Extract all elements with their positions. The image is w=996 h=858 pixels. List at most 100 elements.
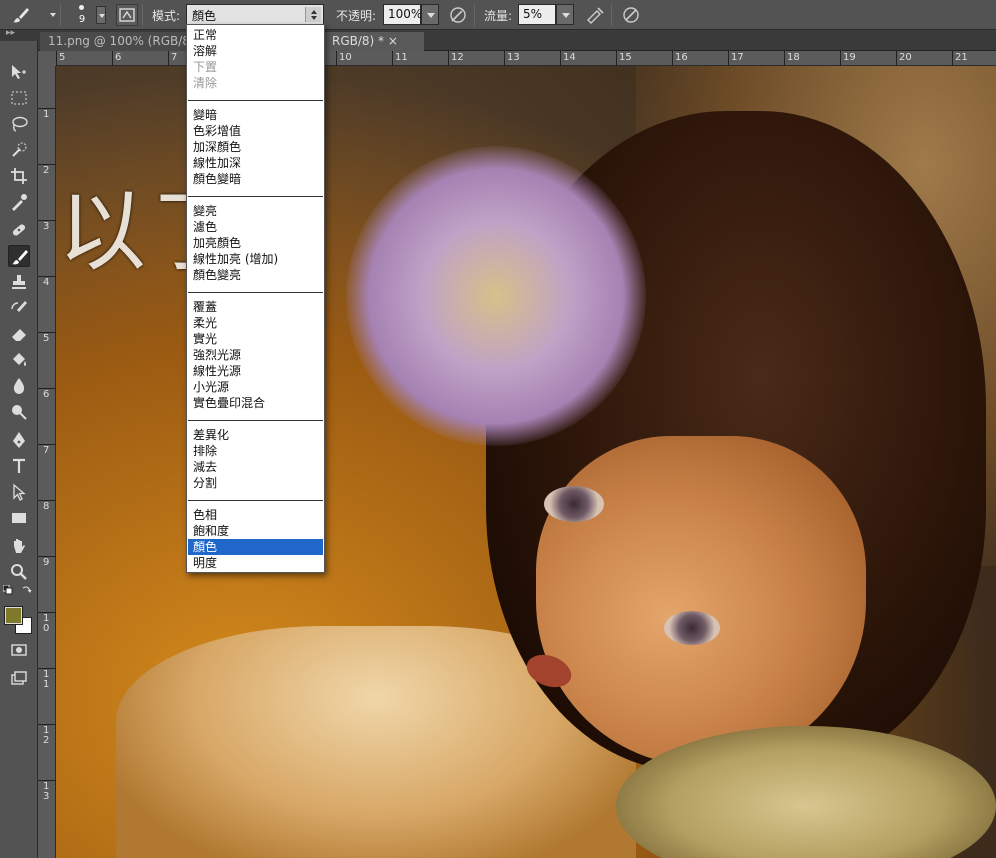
eyedropper-tool[interactable] [8, 191, 30, 213]
blend-mode-menu: 正常 溶解 下置 清除 變暗 色彩增值 加深顏色 線性加深 顏色變暗 變亮 濾色 加亮顏色 線性加亮 (… [186, 24, 325, 573]
blend-mode-item[interactable]: 小光源 [188, 379, 323, 395]
mode-select[interactable]: 顏色 [186, 4, 324, 25]
history-brush-tool[interactable] [8, 297, 30, 319]
pen-icon [13, 432, 25, 448]
tab-11png[interactable]: 11.png @ 100% (RGB/8) [40, 32, 188, 51]
blend-mode-item[interactable]: 濾色 [188, 219, 323, 235]
blend-mode-item[interactable]: 明度 [188, 555, 323, 571]
blend-mode-item[interactable]: 加亮顏色 [188, 235, 323, 251]
blend-mode-item[interactable]: 覆蓋 [188, 299, 323, 315]
tool-preset-picker[interactable] [6, 3, 58, 27]
vertical-ruler[interactable]: 1 2 3 4 5 6 7 8 9 1 0 1 1 1 2 1 3 [38, 66, 56, 858]
ruler-label: 1 3 [43, 781, 50, 802]
zoom-tool[interactable] [8, 561, 30, 583]
updown-arrow-icon [305, 7, 321, 22]
swap-colors-button[interactable] [22, 585, 34, 597]
opacity-input[interactable]: 100% [383, 4, 422, 25]
blend-mode-item[interactable]: 線性加深 [188, 155, 323, 171]
eraser-tool[interactable] [8, 323, 30, 345]
blend-mode-item[interactable]: 線性加亮 (增加) [188, 251, 323, 267]
brush-panel-toggle-button[interactable] [116, 4, 138, 26]
ruler-origin[interactable] [38, 51, 56, 66]
ruler-label: 17 [731, 52, 744, 63]
brush-tool[interactable] [8, 245, 30, 267]
paint-bucket-tool[interactable] [8, 349, 30, 371]
brush-size-picker[interactable]: 9 [68, 3, 108, 27]
pen-tool[interactable] [8, 429, 30, 451]
quick-mask-button[interactable] [8, 639, 30, 661]
foreground-color-swatch[interactable] [4, 606, 23, 625]
ruler-label: 21 [955, 52, 968, 63]
clone-stamp-tool[interactable] [8, 271, 30, 293]
ruler-label: 12 [451, 52, 464, 63]
blend-mode-item[interactable]: 顏色變亮 [188, 267, 323, 283]
ruler-label: 6 [43, 389, 50, 400]
ruler-label: 5 [43, 333, 50, 344]
brush-panel-icon [119, 8, 135, 22]
blend-mode-item[interactable]: 排除 [188, 443, 323, 459]
pressure-size-icon[interactable] [621, 5, 641, 25]
move-tool[interactable] [8, 61, 30, 83]
chevron-down-icon[interactable] [96, 6, 106, 24]
tab-active-document[interactable]: RGB/8) * × [324, 32, 424, 51]
ruler-label: 10 [339, 52, 352, 63]
default-colors-button[interactable] [3, 585, 15, 597]
screen-mode-button[interactable] [8, 667, 30, 689]
blend-mode-item[interactable]: 顏色變暗 [188, 171, 323, 187]
ruler-label: 13 [507, 52, 520, 63]
blend-mode-item[interactable]: 變暗 [188, 107, 323, 123]
blend-mode-item[interactable]: 溶解 [188, 43, 323, 59]
blend-mode-item[interactable]: 正常 [188, 27, 323, 43]
ruler-label: 7 [171, 52, 178, 63]
hand-icon [14, 539, 25, 553]
blur-tool[interactable] [8, 375, 30, 397]
history-brush-icon [11, 301, 27, 312]
blend-mode-item[interactable]: 實色疊印混合 [188, 395, 323, 411]
blend-mode-item[interactable]: 色相 [188, 507, 323, 523]
hand-tool[interactable] [8, 535, 30, 557]
blend-mode-item[interactable]: 減去 [188, 459, 323, 475]
ruler-label: 6 [115, 52, 122, 63]
menu-separator [188, 420, 323, 421]
brush-size-value: 9 [78, 14, 86, 25]
ruler-label: 3 [43, 221, 50, 232]
flow-dropdown-button[interactable] [556, 4, 574, 25]
blend-mode-item[interactable]: 飽和度 [188, 523, 323, 539]
opacity-dropdown-button[interactable] [421, 4, 439, 25]
hair-flower [346, 146, 646, 446]
ruler-label: 1 0 [43, 613, 50, 634]
lasso-tool[interactable] [8, 113, 30, 135]
chevron-down-icon [50, 13, 56, 17]
healing-brush-tool[interactable] [8, 219, 30, 241]
paint-bucket-icon [13, 353, 26, 366]
crop-icon [11, 168, 27, 184]
rectangle-tool[interactable] [8, 507, 30, 529]
options-bar: 9 模式: 顏色 不透明: 100% 流量: 5% [0, 0, 996, 30]
tools-panel: ▸▸ [0, 28, 38, 858]
dodge-icon [12, 405, 27, 420]
blend-mode-item[interactable]: 實光 [188, 331, 323, 347]
doll-eye [664, 611, 720, 645]
blend-mode-item[interactable]: 顏色 [188, 539, 323, 555]
ruler-label: 5 [59, 52, 66, 63]
type-tool[interactable] [8, 455, 30, 477]
marquee-tool[interactable] [8, 87, 30, 109]
quick-selection-tool[interactable] [8, 139, 30, 161]
blend-mode-item[interactable]: 加深顏色 [188, 139, 323, 155]
dodge-tool[interactable] [8, 401, 30, 423]
blend-mode-item[interactable]: 色彩增值 [188, 123, 323, 139]
blend-mode-item[interactable]: 強烈光源 [188, 347, 323, 363]
blend-mode-item[interactable]: 柔光 [188, 315, 323, 331]
airbrush-icon[interactable] [585, 5, 605, 25]
crop-tool[interactable] [8, 165, 30, 187]
ruler-label: 19 [843, 52, 856, 63]
panel-grip[interactable]: ▸▸ [0, 28, 38, 41]
blend-mode-item[interactable]: 線性光源 [188, 363, 323, 379]
flow-input[interactable]: 5% [518, 4, 556, 25]
pressure-opacity-icon[interactable] [448, 5, 468, 25]
divider [142, 4, 143, 26]
path-selection-tool[interactable] [8, 481, 30, 503]
blend-mode-item[interactable]: 分割 [188, 475, 323, 491]
blend-mode-item[interactable]: 變亮 [188, 203, 323, 219]
blend-mode-item[interactable]: 差異化 [188, 427, 323, 443]
